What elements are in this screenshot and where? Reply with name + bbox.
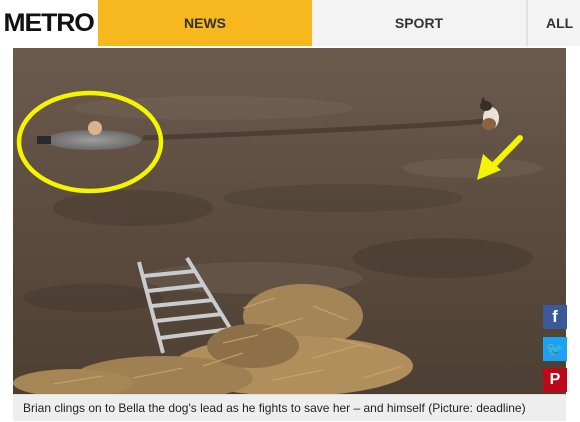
tab-sport[interactable]: SPORT	[312, 0, 526, 46]
article-photo	[13, 48, 566, 394]
facebook-share-button[interactable]: f	[543, 305, 567, 329]
man-head	[88, 121, 102, 135]
top-navigation: METRO NEWS SPORT ALL	[0, 0, 580, 46]
photo-image	[13, 48, 566, 394]
photo-caption: Brian clings on to Bella the dog's lead …	[13, 394, 566, 421]
caption-text: Brian clings on to Bella the dog's lead …	[23, 401, 526, 415]
tab-all[interactable]: ALL	[528, 0, 580, 46]
logo-text: METRO	[3, 8, 95, 37]
pinterest-share-button[interactable]: P	[543, 368, 567, 392]
debris	[37, 136, 51, 144]
metro-logo[interactable]: METRO	[0, 0, 98, 46]
tab-news[interactable]: NEWS	[98, 0, 312, 46]
twitter-share-button[interactable]: 🐦	[543, 337, 567, 361]
